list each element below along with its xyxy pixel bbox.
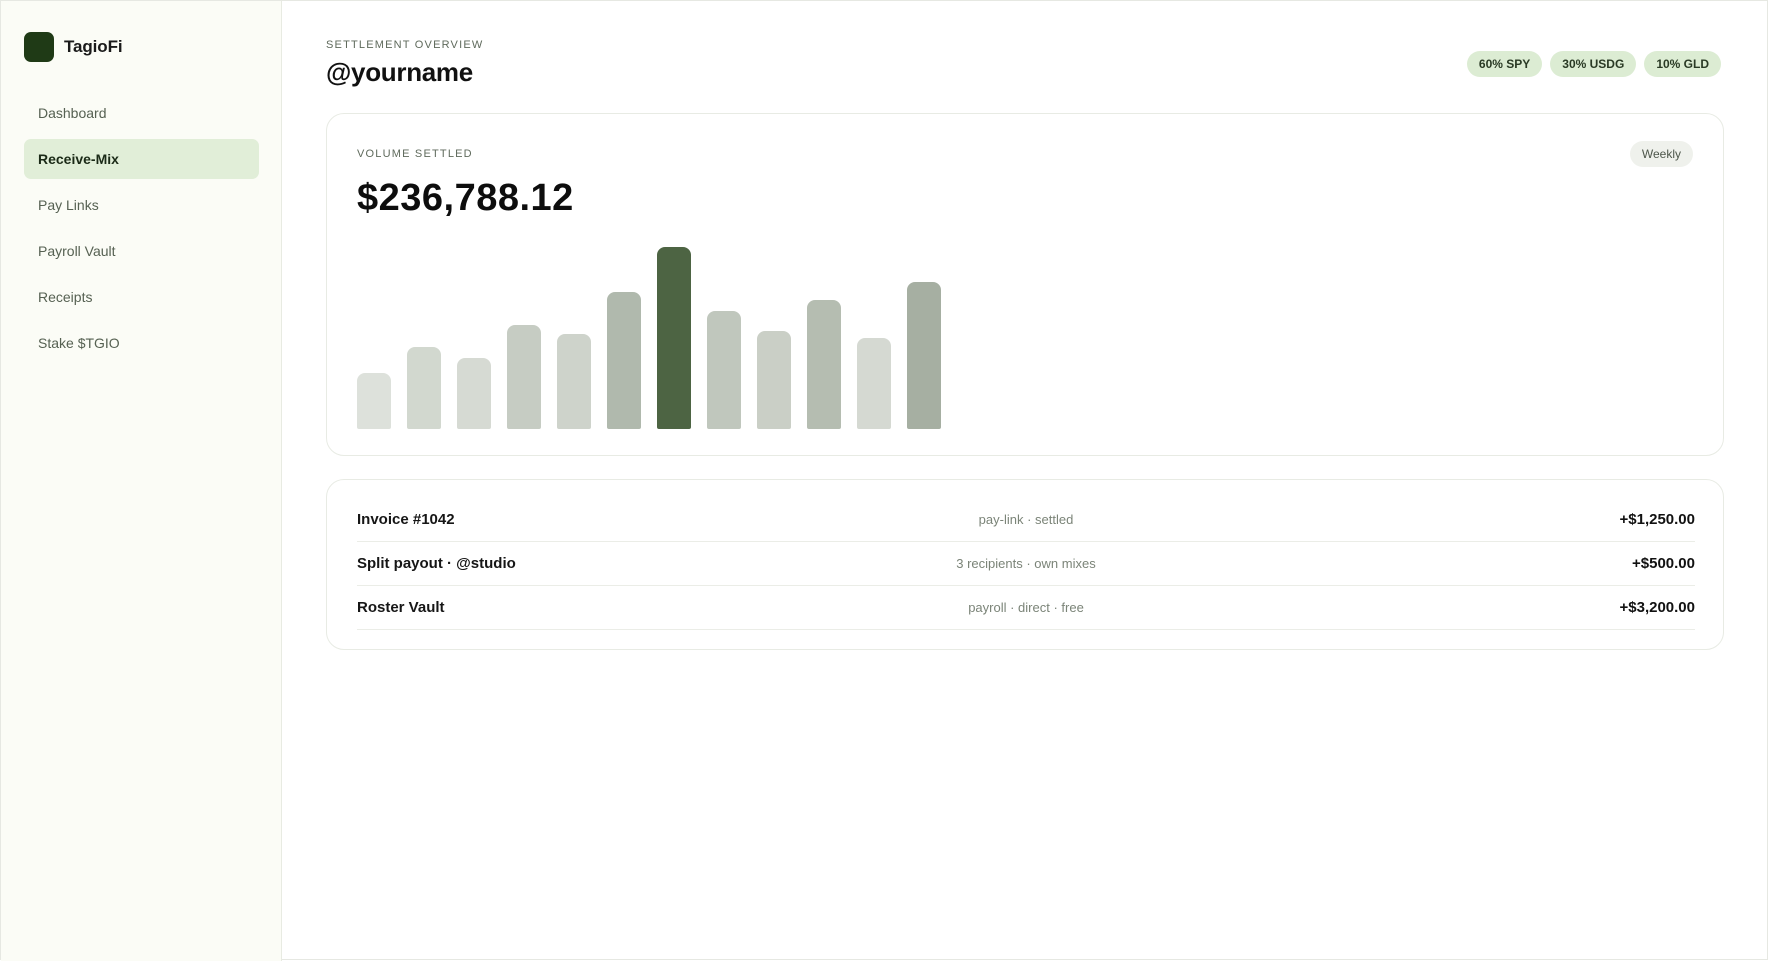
volume-card: VOLUME SETTLED $236,788.12 Weekly xyxy=(326,113,1724,456)
transaction-row[interactable]: Invoice #1042 pay-link · settled +$1,250… xyxy=(357,498,1695,542)
allocation-pill-gld: 10% GLD xyxy=(1644,51,1721,77)
sidebar: TagioFi Dashboard Receive-Mix Pay Links … xyxy=(1,1,282,961)
chart-bar xyxy=(557,334,591,429)
chart-bar xyxy=(807,300,841,429)
brand[interactable]: TagioFi xyxy=(24,32,123,62)
transaction-meta: 3 recipients · own mixes xyxy=(956,556,1096,571)
app-window: TagioFi Dashboard Receive-Mix Pay Links … xyxy=(0,0,1768,961)
volume-amount: $236,788.12 xyxy=(357,177,574,219)
brand-name: TagioFi xyxy=(64,37,123,56)
chart-bar xyxy=(907,282,941,429)
page-title: @yourname xyxy=(326,57,473,87)
chart-bar xyxy=(357,373,391,429)
transaction-row[interactable]: Split payout · @studio 3 recipients · ow… xyxy=(357,542,1695,586)
chart-bar xyxy=(657,247,691,429)
transaction-meta: pay-link · settled xyxy=(978,512,1074,527)
allocation-pill-spy: 60% SPY xyxy=(1466,51,1543,77)
allocation-pill-usdg: 30% USDG xyxy=(1550,51,1637,77)
sidebar-item-payroll-vault[interactable]: Payroll Vault xyxy=(24,231,259,271)
transactions-card: Invoice #1042 pay-link · settled +$1,250… xyxy=(326,479,1724,650)
sidebar-item-stake-tgio[interactable]: Stake $TGIO xyxy=(24,323,259,363)
sidebar-item-receive-mix[interactable]: Receive-Mix xyxy=(24,139,259,179)
chart-bar xyxy=(407,347,441,429)
allocation-pills: 60% SPY 30% USDG 10% GLD xyxy=(1466,51,1721,77)
sidebar-item-pay-links[interactable]: Pay Links xyxy=(24,185,259,225)
sidebar-nav: Dashboard Receive-Mix Pay Links Payroll … xyxy=(24,93,259,369)
volume-bar-chart xyxy=(357,244,957,429)
chart-bar xyxy=(607,292,641,429)
chart-bar xyxy=(757,331,791,429)
period-selector[interactable]: Weekly xyxy=(1629,141,1693,167)
chart-bar xyxy=(507,325,541,429)
transaction-meta: payroll · direct · free xyxy=(968,600,1084,615)
chart-bar xyxy=(857,338,891,429)
page-subtitle: SETTLEMENT OVERVIEW xyxy=(326,39,484,51)
transaction-row[interactable]: Roster Vault payroll · direct · free +$3… xyxy=(357,586,1695,630)
sidebar-item-dashboard[interactable]: Dashboard xyxy=(24,93,259,133)
transactions-list: Invoice #1042 pay-link · settled +$1,250… xyxy=(357,498,1695,630)
volume-label: VOLUME SETTLED xyxy=(357,148,473,160)
chart-bar xyxy=(707,311,741,429)
brand-logo-icon xyxy=(24,32,54,62)
chart-bar xyxy=(457,358,491,429)
sidebar-item-receipts[interactable]: Receipts xyxy=(24,277,259,317)
